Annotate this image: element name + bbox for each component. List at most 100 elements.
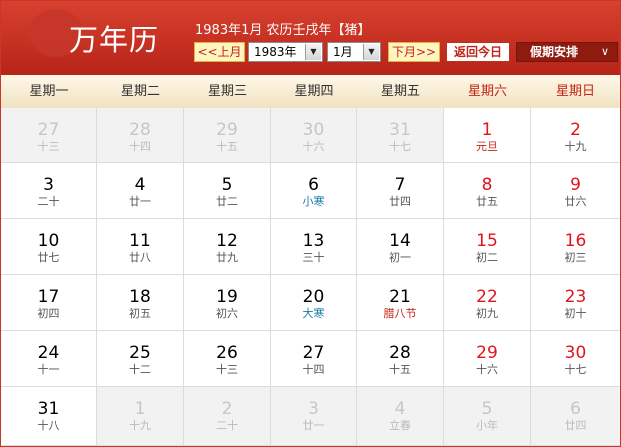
day-cell[interactable]: 29 十五 xyxy=(184,108,271,163)
day-cell[interactable]: 5 小年 xyxy=(444,387,531,446)
year-select[interactable]: 1983年 ▼ xyxy=(248,42,323,62)
day-cell[interactable]: 12 廿九 xyxy=(184,219,271,275)
day-number: 5 xyxy=(481,399,493,419)
day-number: 5 xyxy=(221,175,233,195)
day-number: 3 xyxy=(43,175,54,195)
lunar-date-label: 初三 xyxy=(564,251,587,264)
day-number: 19 xyxy=(216,287,238,307)
weekday-label: 星期四 xyxy=(294,84,334,99)
day-number: 11 xyxy=(129,231,151,251)
day-number: 1 xyxy=(134,399,146,419)
back-to-today-button[interactable]: 返回今日 xyxy=(446,42,510,62)
day-cell[interactable]: 19 初六 xyxy=(184,275,271,331)
day-cell[interactable]: 22 初九 xyxy=(444,275,531,331)
day-number: 31 xyxy=(389,120,411,140)
day-cell[interactable]: 15 初二 xyxy=(444,219,531,275)
day-number: 24 xyxy=(37,343,60,363)
day-cell[interactable]: 13 三十 xyxy=(271,219,357,275)
day-cell[interactable]: 5 廿二 xyxy=(184,163,271,219)
day-cell[interactable]: 30 十六 xyxy=(271,108,357,163)
day-cell[interactable]: 28 十四 xyxy=(97,108,184,163)
lunar-date-label: 十八 xyxy=(37,419,60,432)
day-cell[interactable]: 6 廿四 xyxy=(531,387,620,446)
calendar-grid: 27 十三 28 十四 29 十五 30 十六 31 十七 1 元旦 2 十九 3 二十 4 廿一 5 廿二 6 小寒 7 廿… xyxy=(1,108,620,446)
lunar-date-label: 元旦 xyxy=(476,140,498,153)
day-cell[interactable]: 7 廿四 xyxy=(357,163,444,219)
day-cell[interactable]: 25 十二 xyxy=(97,331,184,387)
day-cell[interactable]: 1 元旦 xyxy=(444,108,531,163)
day-cell[interactable]: 27 十三 xyxy=(1,108,97,163)
day-cell[interactable]: 14 初一 xyxy=(357,219,444,275)
day-number: 13 xyxy=(302,231,325,251)
day-number: 2 xyxy=(221,399,233,419)
day-cell[interactable]: 24 十一 xyxy=(1,331,97,387)
day-number: 7 xyxy=(394,175,406,195)
lunar-date-label: 十五 xyxy=(216,140,238,153)
dropdown-arrow-icon[interactable]: ▼ xyxy=(363,44,379,60)
day-cell[interactable]: 20 大寒 xyxy=(271,275,357,331)
month-select-value: 1月 xyxy=(333,45,353,59)
day-number: 4 xyxy=(134,175,146,195)
lunar-date-label: 廿五 xyxy=(476,195,498,208)
lunar-date-label: 十七 xyxy=(564,363,587,376)
weekday-header-row: 星期一 星期二 星期三 星期四 星期五 星期六 星期日 xyxy=(1,75,620,109)
holiday-schedule-label: 假期安排 xyxy=(530,45,579,59)
chevron-down-icon: ∨ xyxy=(600,45,609,58)
day-number: 22 xyxy=(476,287,498,307)
lunar-date-label: 十九 xyxy=(564,140,587,153)
day-cell[interactable]: 18 初五 xyxy=(97,275,184,331)
day-cell[interactable]: 10 廿七 xyxy=(1,219,97,275)
day-number: 25 xyxy=(129,343,151,363)
day-cell[interactable]: 3 廿一 xyxy=(271,387,357,446)
day-cell[interactable]: 6 小寒 xyxy=(271,163,357,219)
day-number: 28 xyxy=(129,120,151,140)
day-cell[interactable]: 27 十四 xyxy=(271,331,357,387)
calendar-widget: 万年历 1983年1月 农历壬戌年【猪】 <<上月 1983年 ▼ 1月 ▼ 下… xyxy=(0,0,621,447)
day-number: 29 xyxy=(476,343,498,363)
lunar-date-label: 大寒 xyxy=(302,307,325,320)
calendar-header: 万年历 1983年1月 农历壬戌年【猪】 <<上月 1983年 ▼ 1月 ▼ 下… xyxy=(1,1,620,75)
prev-month-button[interactable]: <<上月 xyxy=(194,42,245,62)
lunar-date-label: 廿八 xyxy=(129,251,151,264)
day-cell[interactable]: 4 廿一 xyxy=(97,163,184,219)
day-cell[interactable]: 23 初十 xyxy=(531,275,620,331)
lunar-date-label: 十九 xyxy=(129,419,151,432)
day-cell[interactable]: 11 廿八 xyxy=(97,219,184,275)
day-cell[interactable]: 9 廿六 xyxy=(531,163,620,219)
day-cell[interactable]: 8 廿五 xyxy=(444,163,531,219)
lunar-date-label: 十三 xyxy=(216,363,238,376)
day-cell[interactable]: 1 十九 xyxy=(97,387,184,446)
day-number: 3 xyxy=(308,399,319,419)
next-month-button[interactable]: 下月>> xyxy=(388,42,440,62)
dropdown-arrow-icon[interactable]: ▼ xyxy=(305,44,321,60)
month-select[interactable]: 1月 ▼ xyxy=(327,42,381,62)
day-cell[interactable]: 3 二十 xyxy=(1,163,97,219)
day-cell[interactable]: 21 腊八节 xyxy=(357,275,444,331)
day-cell[interactable]: 4 立春 xyxy=(357,387,444,446)
day-number: 26 xyxy=(216,343,238,363)
lunar-date-label: 十四 xyxy=(129,140,151,153)
day-cell[interactable]: 2 十九 xyxy=(531,108,620,163)
day-number: 30 xyxy=(302,120,325,140)
lunar-date-label: 立春 xyxy=(389,419,411,432)
day-cell[interactable]: 17 初四 xyxy=(1,275,97,331)
lunar-date-label: 廿九 xyxy=(216,251,238,264)
year-select-value: 1983年 xyxy=(254,45,297,59)
day-cell[interactable]: 31 十七 xyxy=(357,108,444,163)
weekday-label: 星期二 xyxy=(120,84,160,99)
lunar-date-label: 十六 xyxy=(476,363,498,376)
weekday-label: 星期一 xyxy=(29,84,69,99)
day-cell[interactable]: 29 十六 xyxy=(444,331,531,387)
day-number: 4 xyxy=(394,399,406,419)
day-cell[interactable]: 16 初三 xyxy=(531,219,620,275)
day-cell[interactable]: 30 十七 xyxy=(531,331,620,387)
lunar-date-label: 二十 xyxy=(37,195,60,208)
holiday-schedule-dropdown[interactable]: 假期安排 ∨ xyxy=(516,42,618,62)
day-cell[interactable]: 31 十八 xyxy=(1,387,97,446)
day-cell[interactable]: 28 十五 xyxy=(357,331,444,387)
day-number: 27 xyxy=(302,343,325,363)
day-cell[interactable]: 2 二十 xyxy=(184,387,271,446)
weekday-label: 星期五 xyxy=(380,84,420,99)
day-cell[interactable]: 26 十三 xyxy=(184,331,271,387)
lunar-date-label: 初九 xyxy=(476,307,498,320)
